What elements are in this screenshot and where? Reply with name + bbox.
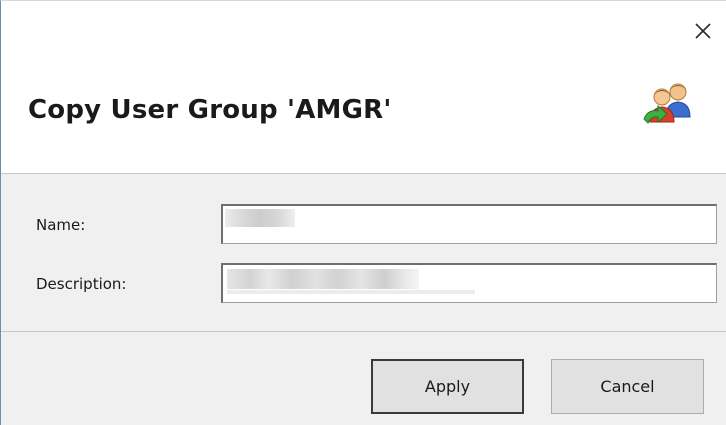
close-icon xyxy=(695,23,711,39)
description-row: Description: xyxy=(1,263,726,309)
cancel-button[interactable]: Cancel xyxy=(551,359,704,414)
users-copy-icon xyxy=(643,83,691,124)
description-input[interactable] xyxy=(221,263,717,303)
footer-divider xyxy=(1,331,726,332)
copy-user-group-dialog: Copy User Group 'AMGR' Name: Description… xyxy=(0,0,726,425)
description-label: Description: xyxy=(36,275,127,293)
name-row: Name: xyxy=(1,204,726,250)
title-bar xyxy=(1,1,726,63)
name-input[interactable] xyxy=(221,204,717,244)
close-button[interactable] xyxy=(680,9,726,57)
dialog-header: Copy User Group 'AMGR' xyxy=(1,63,726,174)
page-title: Copy User Group 'AMGR' xyxy=(28,95,392,125)
group-form: Name: Description: xyxy=(1,174,726,330)
name-label: Name: xyxy=(36,216,86,234)
apply-button[interactable]: Apply xyxy=(371,359,524,414)
